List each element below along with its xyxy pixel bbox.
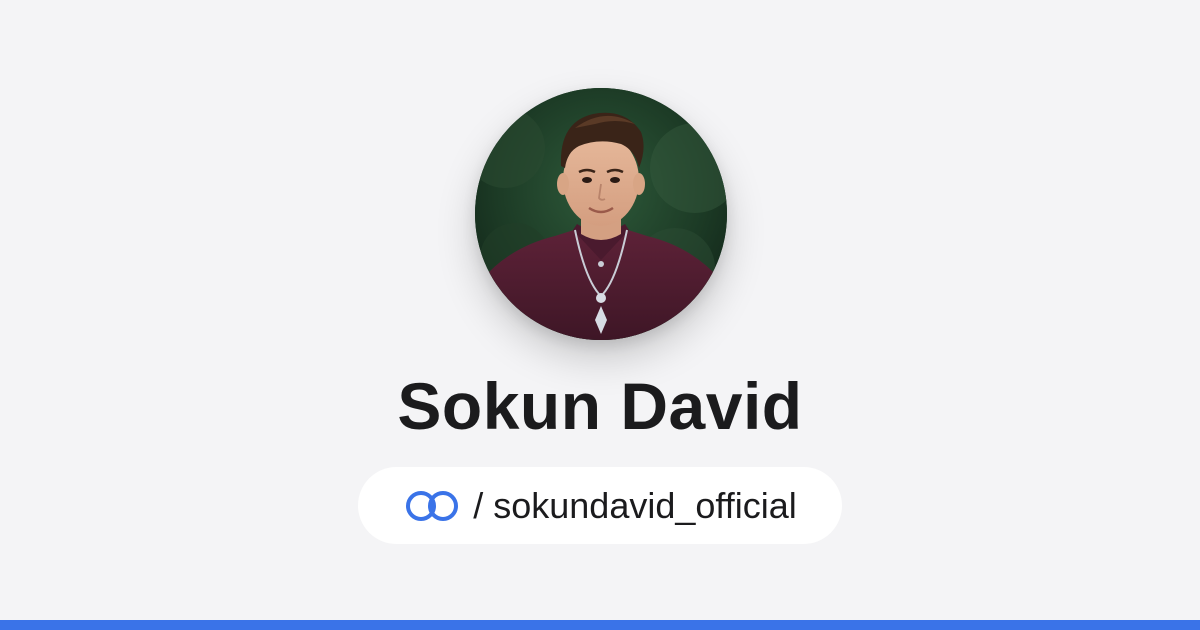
profile-handle-link[interactable]: / sokundavid_official <box>358 467 842 544</box>
accent-bar <box>0 620 1200 630</box>
profile-name: Sokun David <box>397 369 803 443</box>
link-rings-icon <box>403 488 461 524</box>
handle-username: sokundavid_official <box>493 484 797 526</box>
avatar-photo <box>475 88 727 340</box>
handle-separator: / <box>473 484 484 526</box>
avatar <box>475 88 727 340</box>
profile-card: Sokun David / sokundavid_official <box>0 0 1200 620</box>
